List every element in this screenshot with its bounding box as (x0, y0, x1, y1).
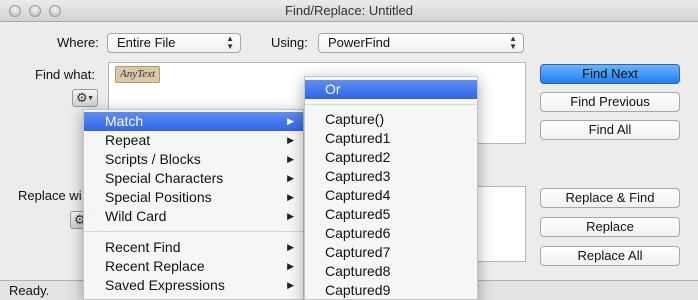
menu-item-recent-replace[interactable]: Recent Replace ▶ (84, 257, 303, 276)
updown-arrows-icon: ▲ ▼ (509, 34, 517, 51)
menu-item-label: Saved Expressions (105, 277, 225, 293)
submenu-item-captured2[interactable]: Captured2 (305, 148, 477, 167)
menu-item-saved-expressions[interactable]: Saved Expressions ▶ (84, 276, 303, 295)
gear-icon: ⚙ (76, 90, 88, 105)
find-next-button[interactable]: Find Next (540, 64, 680, 84)
status-text: Ready. (9, 283, 50, 298)
gear-menu: Match ▶ Repeat ▶ Scripts / Blocks ▶ Special… (83, 109, 304, 300)
menu-item-label: Wild Card (105, 208, 167, 224)
submenu-arrow-icon: ▶ (287, 261, 294, 271)
submenu-item-label: Captured6 (325, 225, 391, 241)
replace-label: Replace wi (18, 188, 82, 203)
submenu-arrow-icon: ▶ (287, 192, 294, 202)
submenu-item-label: Captured7 (325, 244, 391, 260)
submenu-item-label: Capture() (325, 111, 385, 127)
replace-and-find-button[interactable]: Replace & Find (540, 188, 680, 208)
find-replace-window: Find/Replace: Untitled Where: Entire Fil… (0, 0, 698, 300)
submenu-item-label: Captured8 (325, 263, 391, 279)
submenu-item-captured5[interactable]: Captured5 (305, 205, 477, 224)
where-value: Entire File (117, 35, 176, 50)
submenu-item-captured3[interactable]: Captured3 (305, 167, 477, 186)
submenu-item-captured6[interactable]: Captured6 (305, 224, 477, 243)
menu-item-scripts-blocks[interactable]: Scripts / Blocks ▶ (84, 150, 303, 169)
submenu-item-label: Captured2 (325, 149, 391, 165)
using-popup[interactable]: PowerFind ▲ ▼ (318, 33, 524, 53)
menu-item-label: Repeat (105, 132, 151, 148)
find-previous-button[interactable]: Find Previous (540, 92, 680, 112)
menu-item-label: Recent Replace (105, 258, 205, 274)
submenu-item-label: Captured5 (325, 206, 391, 222)
menu-item-label: Recent Find (105, 239, 181, 255)
submenu-item-captured7[interactable]: Captured7 (305, 243, 477, 262)
submenu-item-or[interactable]: Or (305, 80, 477, 99)
submenu-item-label: Captured9 (325, 282, 391, 298)
menu-item-repeat[interactable]: Repeat ▶ (84, 131, 303, 150)
menu-item-wild-card[interactable]: Wild Card ▶ (84, 207, 303, 226)
menu-item-label: Scripts / Blocks (105, 151, 201, 167)
submenu-arrow-icon: ▶ (287, 211, 294, 221)
submenu-item-captured1[interactable]: Captured1 (305, 129, 477, 148)
submenu-arrow-icon: ▶ (287, 173, 294, 183)
submenu-item-captured9[interactable]: Captured9 (305, 281, 477, 300)
using-label: Using: (271, 35, 308, 50)
anytext-token[interactable]: AnyText (115, 66, 161, 83)
submenu-arrow-icon: ▶ (287, 280, 294, 290)
submenu-arrow-icon: ▶ (287, 154, 294, 164)
where-label: Where: (57, 35, 99, 50)
match-submenu: Or Capture() Captured1 Captured2 Capture… (304, 76, 478, 300)
menu-item-match[interactable]: Match ▶ (84, 112, 303, 131)
menu-item-label: Match (105, 113, 144, 129)
find-all-button[interactable]: Find All (540, 120, 680, 140)
submenu-item-label: Captured1 (325, 130, 391, 146)
using-value: PowerFind (328, 35, 391, 50)
submenu-item-label: Or (325, 81, 341, 97)
submenu-arrow-icon: ▶ (287, 135, 294, 145)
menu-item-recent-find[interactable]: Recent Find ▶ (84, 238, 303, 257)
window-title: Find/Replace: Untitled (285, 3, 413, 18)
menu-item-special-positions[interactable]: Special Positions ▶ (84, 188, 303, 207)
menu-item-special-characters[interactable]: Special Characters ▶ (84, 169, 303, 188)
submenu-item-label: Captured4 (325, 187, 391, 203)
replace-button[interactable]: Replace (540, 217, 680, 237)
submenu-arrow-icon: ▶ (287, 116, 294, 126)
updown-arrows-icon: ▲ ▼ (226, 34, 234, 51)
menu-item-label: Special Characters (105, 170, 224, 186)
menu-separator (84, 231, 303, 232)
menu-item-label: Special Positions (105, 189, 212, 205)
submenu-arrow-icon: ▶ (287, 242, 294, 252)
submenu-item-label: Captured3 (325, 168, 391, 184)
submenu-item-captured8[interactable]: Captured8 (305, 262, 477, 281)
find-label: Find what: (35, 67, 95, 82)
submenu-item-capture[interactable]: Capture() (305, 110, 477, 129)
where-popup[interactable]: Entire File ▲ ▼ (107, 33, 241, 53)
chevron-down-icon: ▼ (87, 95, 94, 102)
find-gear-button[interactable]: ⚙ ▼ (72, 89, 98, 107)
menu-separator (305, 104, 477, 105)
replace-all-button[interactable]: Replace All (540, 246, 680, 266)
submenu-item-captured4[interactable]: Captured4 (305, 186, 477, 205)
title-bar: Find/Replace: Untitled (0, 0, 698, 22)
